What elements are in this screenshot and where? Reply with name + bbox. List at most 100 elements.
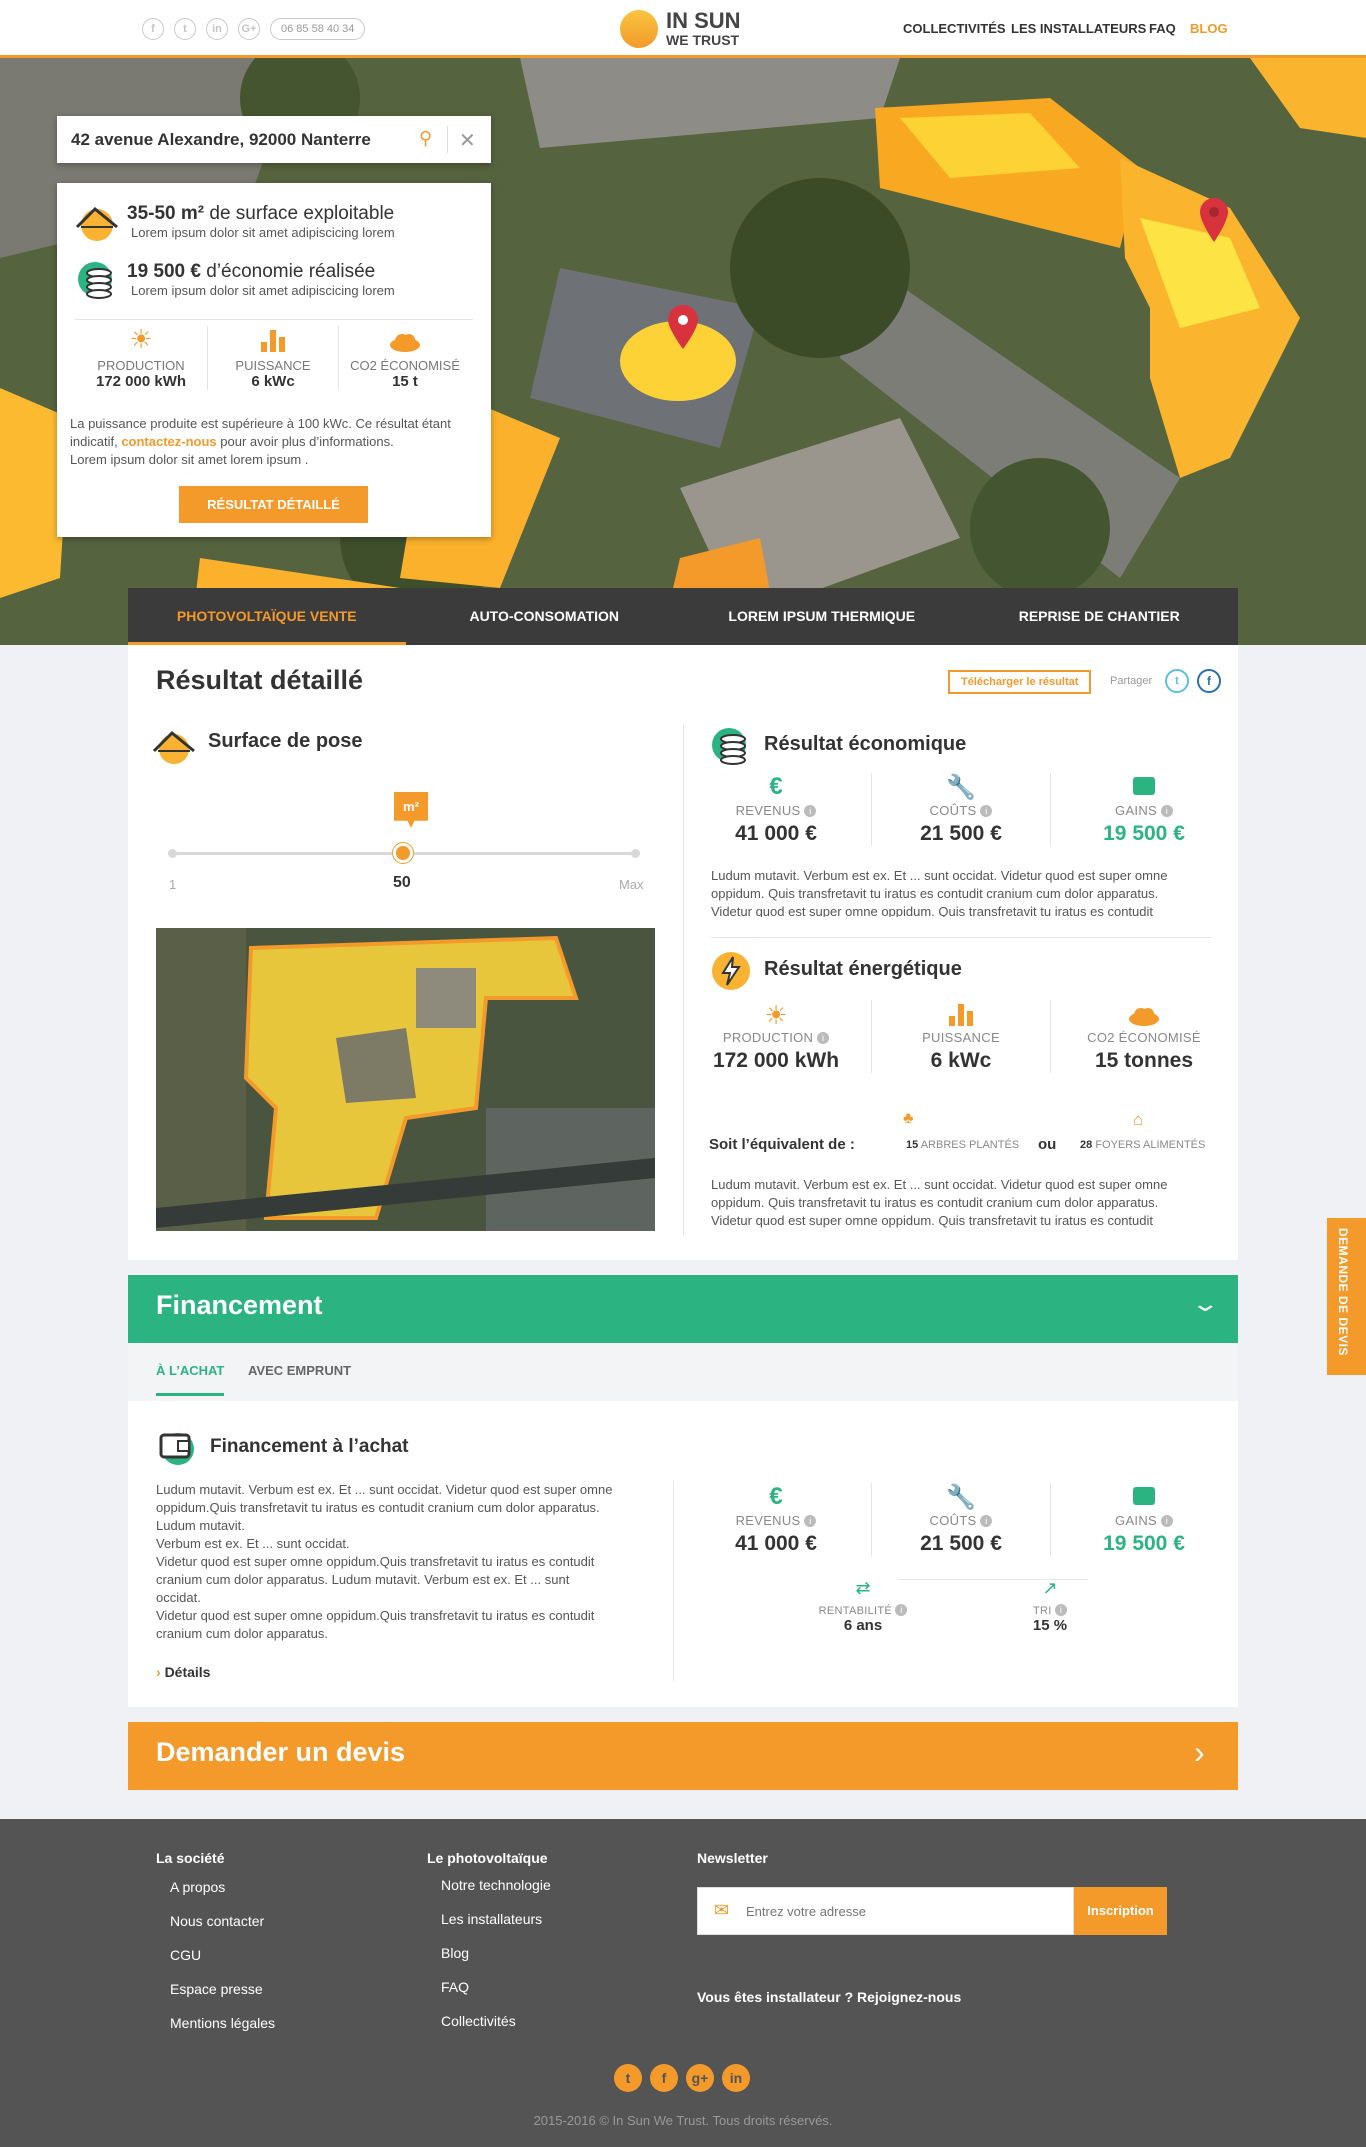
kpi-label: TRI: [1033, 1605, 1052, 1617]
site-header: f t in G+ 06 85 58 40 34 IN SUN WE TRUST…: [0, 0, 1366, 58]
financing-header[interactable]: Financement ⌄: [128, 1275, 1238, 1343]
economic-gains: GAINS i 19 500 €: [1054, 773, 1234, 846]
chevron-right-icon[interactable]: ›: [1194, 1734, 1205, 1771]
wallet-icon: [159, 1433, 194, 1465]
side-quote-tab[interactable]: DEMANDE DE DEVIS: [1327, 1218, 1366, 1375]
nav-faq[interactable]: FAQ: [1149, 21, 1176, 36]
stat-value: 6 kWc: [251, 373, 295, 390]
footer-link[interactable]: A propos: [170, 1879, 225, 1895]
footer-link[interactable]: Les installateurs: [441, 1911, 542, 1927]
linkedin-icon[interactable]: in: [722, 2064, 750, 2092]
tab-reprise-chantier[interactable]: REPRISE DE CHANTIER: [961, 588, 1239, 645]
coins-icon: [78, 262, 112, 299]
or-label: ou: [1038, 1136, 1057, 1153]
paragraph-line: Ludum mutavit. Verbum est ex. Et ... sun…: [156, 1482, 613, 1497]
tab-auto-consomation[interactable]: AUTO-CONSOMATION: [406, 588, 684, 645]
nav-installateurs[interactable]: LES INSTALLATEURS: [1011, 21, 1146, 36]
info-icon[interactable]: i: [980, 805, 993, 817]
newsletter-field: ✉: [697, 1887, 1074, 1935]
footer-link[interactable]: CGU: [170, 1947, 201, 1963]
kpi-label: REVENUS: [735, 803, 801, 818]
info-icon[interactable]: i: [804, 805, 817, 817]
installer-link[interactable]: Vous êtes installateur ? Rejoignez-nous: [697, 1989, 961, 2005]
sun-icon: ☀: [129, 324, 153, 354]
footer-link[interactable]: Collectivités: [441, 2013, 516, 2029]
footer-link[interactable]: Mentions légales: [170, 2015, 275, 2031]
sun-logo-icon: [620, 10, 658, 48]
map-marker-icon[interactable]: [668, 305, 698, 354]
stat-value: 172 000 kWh: [95, 373, 187, 390]
search-icon[interactable]: ⚲: [419, 128, 432, 149]
request-quote-banner[interactable]: Demander un devis ›: [128, 1722, 1238, 1790]
kpi-value: 41 000 €: [735, 1532, 817, 1555]
facebook-icon[interactable]: f: [650, 2064, 678, 2092]
homes-count: 28: [1080, 1139, 1093, 1151]
info-icon[interactable]: i: [980, 1515, 993, 1527]
twitter-icon[interactable]: t: [174, 18, 196, 40]
euro-icon: €: [769, 773, 783, 800]
kpi-value: 6 kWc: [930, 1049, 992, 1072]
nav-collectivites[interactable]: COLLECTIVITÉS: [903, 21, 1006, 36]
linkedin-icon[interactable]: in: [206, 18, 228, 40]
footer-link[interactable]: Notre technologie: [441, 1877, 551, 1893]
economy-value: 19 500 €: [127, 261, 201, 282]
twitter-icon[interactable]: t: [614, 2064, 642, 2092]
address-input[interactable]: [57, 116, 407, 163]
footer-link[interactable]: FAQ: [441, 1979, 469, 1995]
slider-handle[interactable]: [393, 843, 413, 863]
footer-link[interactable]: Blog: [441, 1945, 469, 1961]
energy-title: Résultat énergétique: [764, 958, 962, 980]
cloud-icon: [339, 326, 471, 352]
financing-title: Financement: [156, 1290, 323, 1320]
newsletter-email-input[interactable]: [746, 1888, 1066, 1934]
kpi-label: GAINS: [1115, 803, 1158, 818]
financing-gains: GAINS i 19 500 €: [1054, 1483, 1234, 1556]
phone-number[interactable]: 06 85 58 40 34: [270, 18, 366, 40]
close-icon[interactable]: ✕: [459, 128, 476, 153]
chevron-down-icon[interactable]: ⌄: [1190, 1291, 1220, 1317]
kpi-label: REVENUS: [735, 1513, 801, 1528]
map-marker-icon[interactable]: [1200, 198, 1228, 247]
financing-tabs: À L’ACHAT AVEC EMPRUNT: [128, 1343, 1238, 1401]
summary-note: La puissance produite est supérieure à 1…: [70, 415, 482, 469]
tab-thermique[interactable]: LOREM IPSUM THERMIQUE: [683, 588, 961, 645]
facebook-icon[interactable]: f: [142, 18, 164, 40]
trees-label: ARBRES PLANTÉS: [920, 1139, 1020, 1151]
tab-avec-emprunt[interactable]: AVEC EMPRUNT: [248, 1363, 351, 1378]
logo-text-bottom: WE TRUST: [666, 32, 740, 48]
tab-a-l-achat[interactable]: À L’ACHAT: [156, 1363, 225, 1396]
slider-unit-badge: m²: [394, 792, 428, 828]
google-plus-icon[interactable]: g+: [686, 2064, 714, 2092]
energy-production: ☀ PRODUCTION i 172 000 kWh: [686, 1000, 866, 1073]
footer-heading: Le photovoltaïque: [427, 1850, 548, 1866]
paragraph-line: Ludum mutavit.: [156, 1518, 245, 1533]
footer-heading: Newsletter: [697, 1850, 768, 1866]
envelope-icon: ✉: [714, 1900, 730, 1920]
info-icon[interactable]: i: [1160, 1515, 1173, 1527]
detailed-result-button[interactable]: RÉSULTAT DÉTAILLÉ: [179, 486, 368, 523]
homes-powered: 28 FOYERS ALIMENTÉS: [1080, 1139, 1205, 1151]
details-link[interactable]: › Détails: [156, 1664, 210, 1680]
info-icon[interactable]: i: [817, 1032, 830, 1044]
contact-link[interactable]: contactez-nous: [121, 434, 216, 449]
info-icon[interactable]: i: [804, 1515, 817, 1527]
info-icon[interactable]: i: [895, 1604, 908, 1616]
tab-photovoltaique-vente[interactable]: PHOTOVOLTAÏQUE VENTE: [128, 588, 406, 645]
footer-link[interactable]: Nous contacter: [170, 1913, 264, 1929]
newsletter-subscribe-button[interactable]: Inscription: [1074, 1887, 1167, 1935]
kpi-value: 172 000 kWh: [712, 1049, 840, 1072]
paragraph-line: Verbum est ex. Et ... sunt occidat.: [156, 1536, 350, 1551]
twitter-share-icon[interactable]: t: [1165, 669, 1189, 693]
facebook-share-icon[interactable]: f: [1197, 669, 1221, 693]
info-icon[interactable]: i: [1054, 1604, 1067, 1616]
download-result-button[interactable]: Télécharger le résultat: [948, 670, 1092, 694]
google-plus-icon[interactable]: G+: [238, 18, 260, 40]
footer-link[interactable]: Espace presse: [170, 1981, 263, 1997]
nav-blog[interactable]: BLOG: [1190, 21, 1228, 36]
info-icon[interactable]: i: [1160, 805, 1173, 817]
kpi-label: PRODUCTION: [722, 1030, 814, 1045]
site-logo[interactable]: IN SUN WE TRUST: [620, 8, 750, 50]
stat-co2: CO2 ÉCONOMISÉ 15 t: [339, 326, 471, 390]
euro-icon: €: [769, 1483, 783, 1510]
divider: [711, 937, 1211, 938]
